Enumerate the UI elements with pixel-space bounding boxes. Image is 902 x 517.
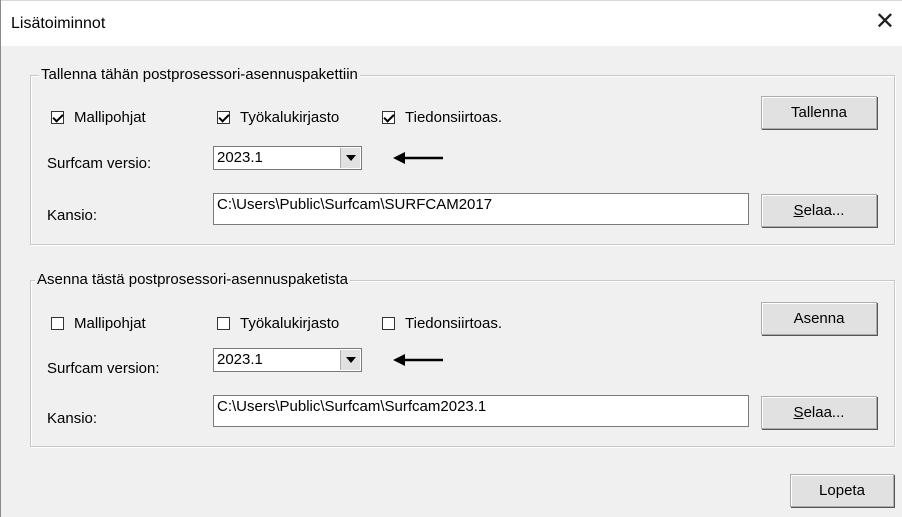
checkbox-box[interactable] [51, 317, 64, 330]
save-checkbox-templates[interactable]: Mallipohjat [51, 109, 146, 126]
install-group-legend: Asenna tästä postprosessori-asennuspaket… [35, 271, 351, 288]
checkbox-label: Tiedonsiirtoas. [405, 315, 502, 332]
chevron-down-icon[interactable] [340, 148, 360, 168]
save-folder-label: Kansio: [47, 207, 98, 224]
save-browse-button[interactable]: Selaa... [761, 194, 877, 227]
save-version-select[interactable]: 2023.1 [213, 146, 362, 170]
install-checkbox-transfer[interactable]: Tiedonsiirtoas. [382, 315, 502, 332]
checkbox-label: Mallipohjat [74, 109, 146, 126]
save-button-label: Tallenna [791, 104, 847, 121]
arrow-left-icon [393, 354, 443, 366]
save-checkbox-transfer[interactable]: Tiedonsiirtoas. [382, 109, 502, 126]
checkbox-box[interactable] [51, 111, 64, 124]
checkbox-label: Työkalukirjasto [240, 315, 340, 332]
checkbox-label: Tiedonsiirtoas. [405, 109, 502, 126]
browse-label: elaa... [803, 202, 845, 219]
close-button-label: Lopeta [819, 482, 865, 499]
install-browse-button[interactable]: Selaa... [761, 396, 877, 429]
install-folder-value: C:\Users\Public\Surfcam\Surfcam2023.1 [217, 398, 487, 415]
install-button-label: Asenna [793, 310, 845, 327]
checkbox-box[interactable] [217, 111, 230, 124]
install-button[interactable]: Asenna [761, 302, 877, 335]
chevron-down-icon[interactable] [340, 350, 360, 370]
save-version-value: 2023.1 [217, 149, 263, 166]
install-folder-input[interactable]: C:\Users\Public\Surfcam\Surfcam2023.1 [213, 395, 749, 427]
arrow-left-icon [393, 152, 443, 164]
save-folder-value: C:\Users\Public\Surfcam\SURFCAM2017 [217, 196, 493, 213]
save-checkbox-tool-library[interactable]: Työkalukirjasto [217, 109, 339, 126]
install-version-value: 2023.1 [217, 351, 263, 368]
save-folder-input[interactable]: C:\Users\Public\Surfcam\SURFCAM2017 [213, 193, 749, 225]
checkbox-box[interactable] [382, 111, 395, 124]
browse-mnemonic: S [793, 202, 804, 219]
browse-mnemonic: S [793, 404, 804, 421]
close-icon[interactable]: ✕ [875, 10, 895, 34]
install-folder-label: Kansio: [47, 410, 98, 427]
install-version-select[interactable]: 2023.1 [213, 348, 362, 372]
save-button[interactable]: Tallenna [761, 96, 877, 129]
save-group-legend: Tallenna tähän postprosessori-asennuspak… [39, 66, 360, 83]
browse-label: elaa... [803, 404, 845, 421]
install-version-label: Surfcam version: [47, 360, 160, 377]
close-button[interactable]: Lopeta [790, 474, 894, 507]
install-checkbox-tool-library[interactable]: Työkalukirjasto [217, 315, 339, 332]
install-checkbox-templates[interactable]: Mallipohjat [51, 315, 146, 332]
title-bar: Lisätoiminnot ✕ [1, 0, 902, 46]
window-title: Lisätoiminnot [11, 15, 106, 32]
save-version-label: Surfcam versio: [47, 155, 152, 172]
checkbox-box[interactable] [217, 317, 230, 330]
checkbox-box[interactable] [382, 317, 395, 330]
checkbox-label: Mallipohjat [74, 315, 146, 332]
checkbox-label: Työkalukirjasto [240, 109, 340, 126]
dialog-window: Lisätoiminnot ✕ Tallenna tähän postprose… [0, 0, 902, 517]
